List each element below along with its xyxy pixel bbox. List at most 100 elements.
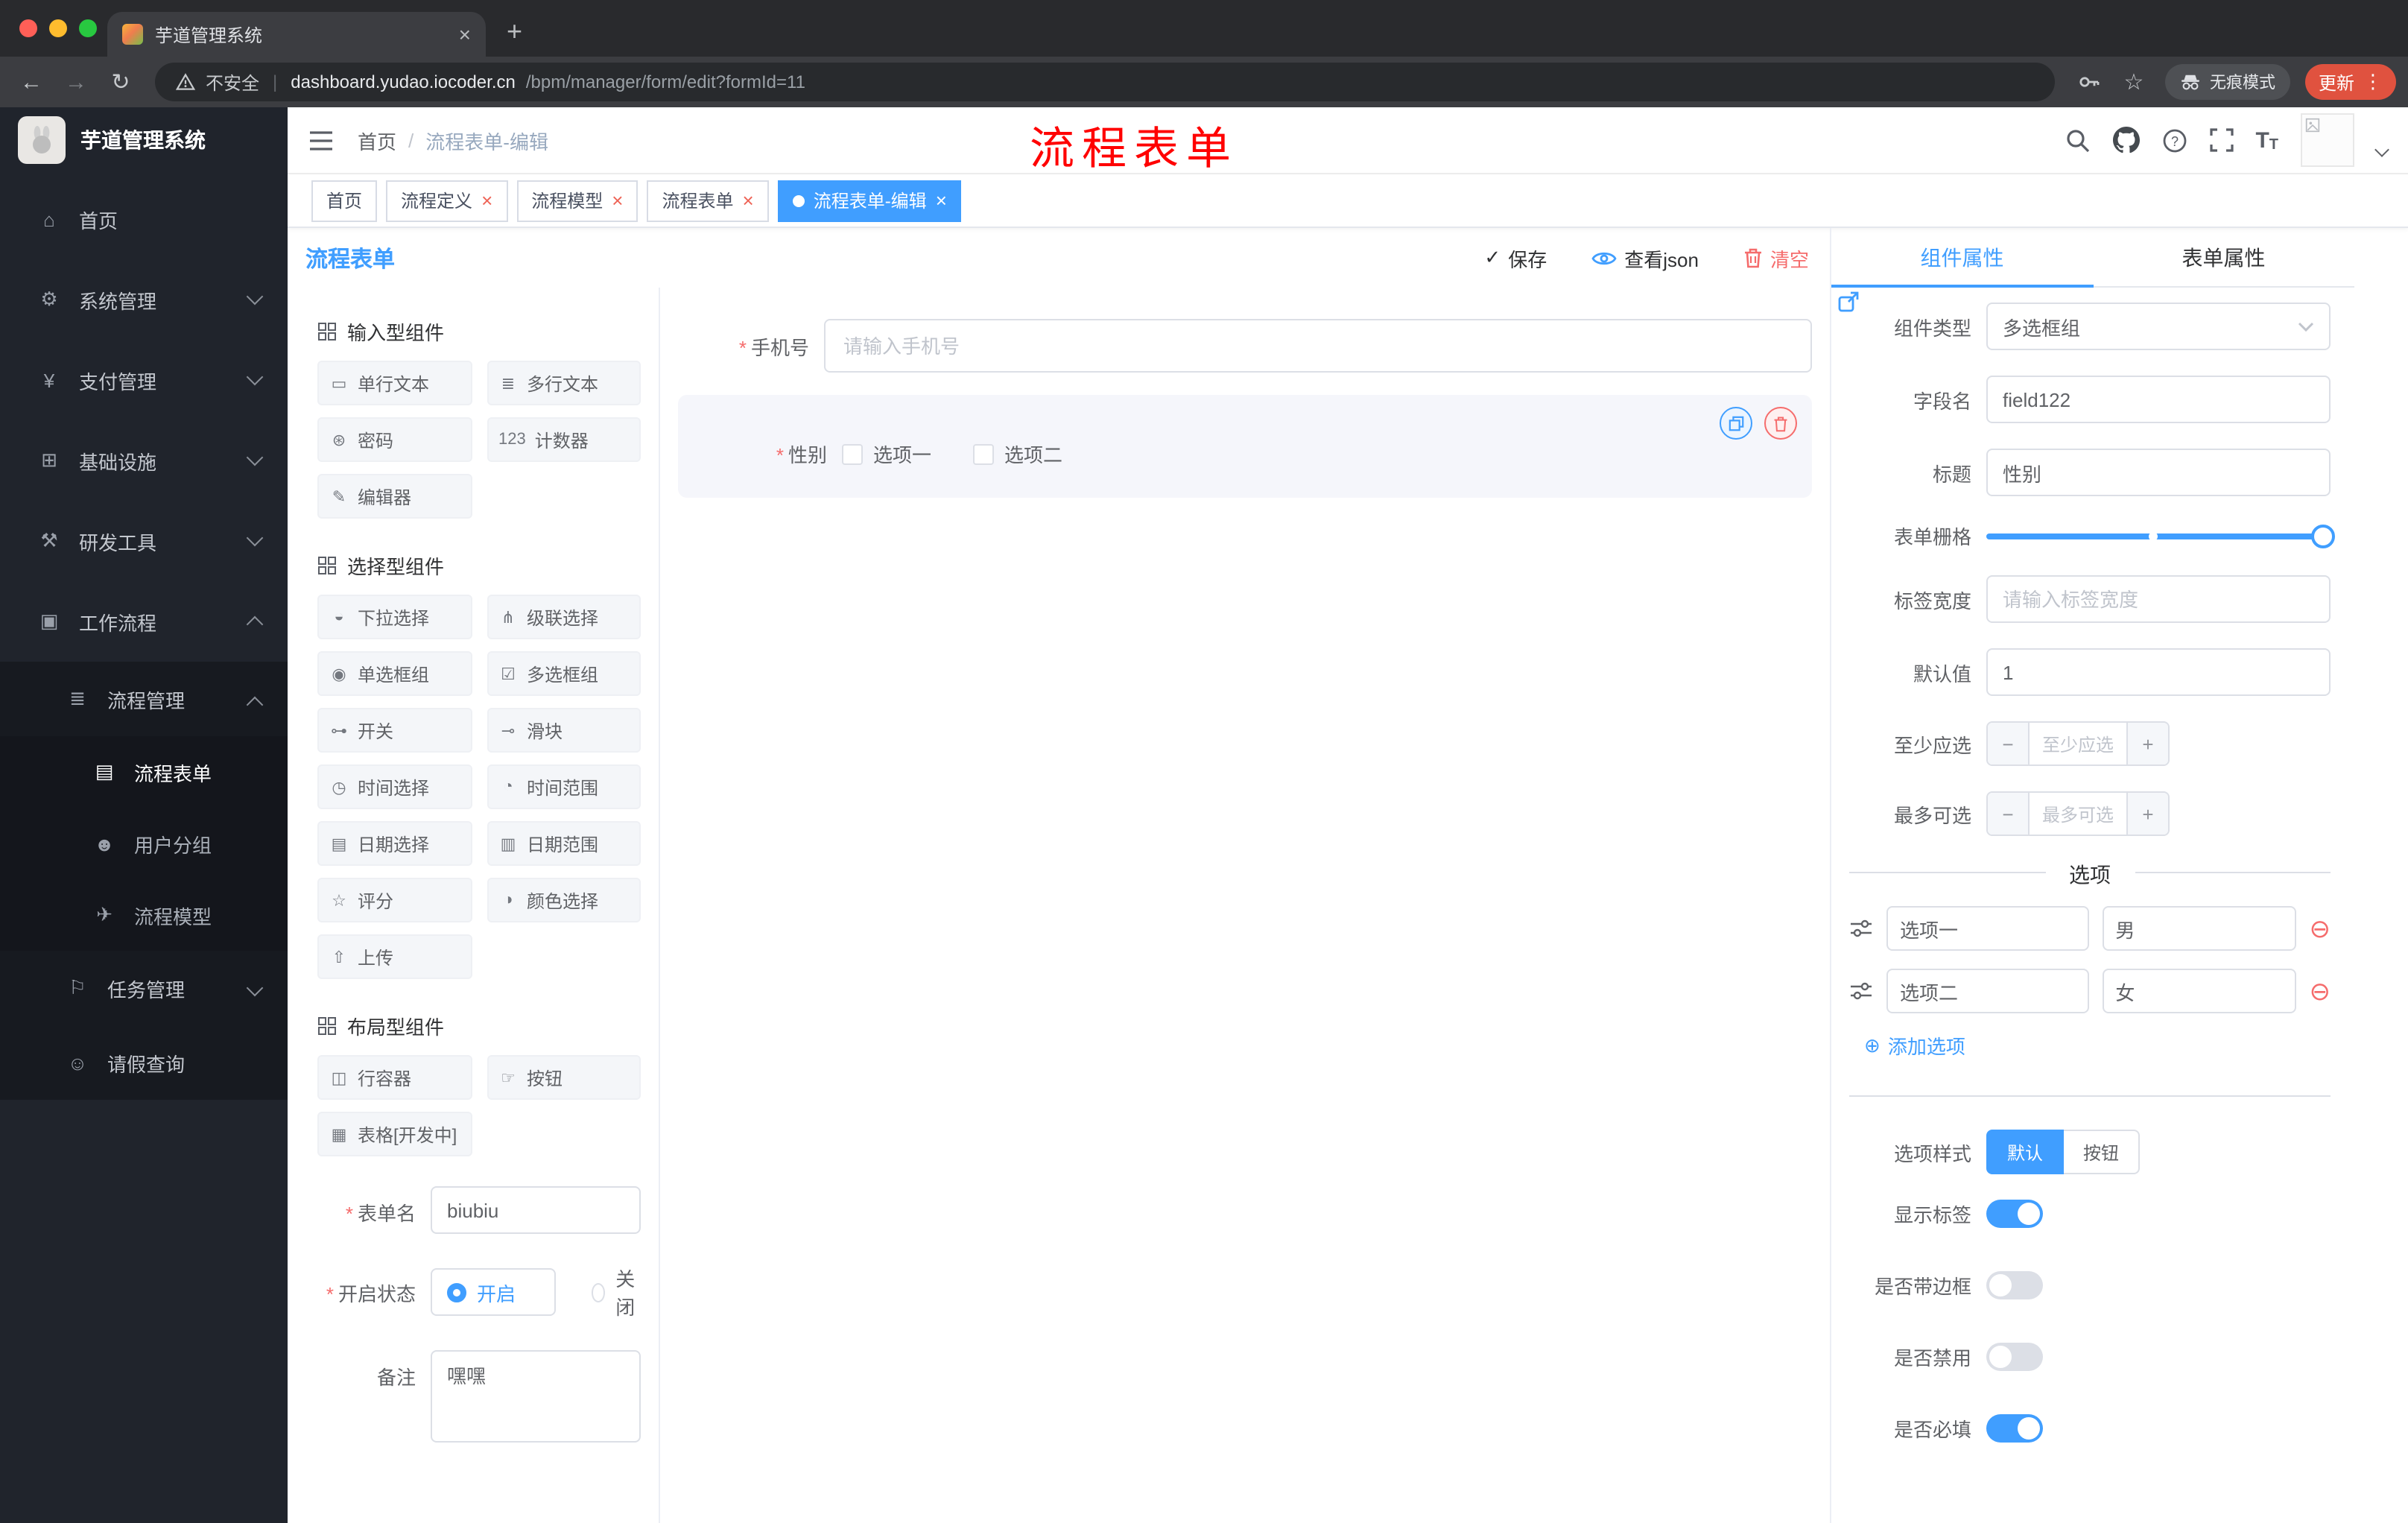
sidebar-item-infrastructure[interactable]: ⊞ 基础设施: [0, 420, 288, 501]
palette-item[interactable]: ▥ 日期范围: [487, 821, 641, 866]
form-grid-slider[interactable]: [1986, 522, 2335, 549]
sidebar-item-process-management[interactable]: ≣ 流程管理: [0, 662, 288, 736]
sidebar-item-process-model[interactable]: ✈ 流程模型: [0, 879, 288, 951]
palette-item[interactable]: ✎ 编辑器: [317, 474, 472, 519]
tag-process-form-edit[interactable]: 流程表单-编辑 ×: [777, 180, 962, 221]
drag-handle-icon[interactable]: [1849, 918, 1873, 939]
sidebar-item-home[interactable]: ⌂ 首页: [0, 179, 288, 259]
show-label-switch[interactable]: [1986, 1200, 2043, 1228]
close-tab-icon[interactable]: ×: [459, 24, 471, 45]
palette-item[interactable]: ◫ 行容器: [317, 1055, 472, 1100]
increase-button[interactable]: +: [2126, 723, 2168, 764]
view-json-button[interactable]: 查看json: [1591, 244, 1699, 272]
status-on-radio[interactable]: 开启: [431, 1268, 556, 1316]
avatar[interactable]: [2301, 113, 2354, 167]
sidebar-item-payment-management[interactable]: ¥ 支付管理: [0, 340, 288, 420]
decrease-button[interactable]: −: [1988, 723, 2030, 764]
zoom-window-button[interactable]: [79, 19, 97, 37]
palette-item[interactable]: ⊛ 密码: [317, 417, 472, 462]
tag-process-form[interactable]: 流程表单 ×: [647, 180, 769, 221]
palette-item[interactable]: 123 计数器: [487, 417, 641, 462]
remove-option-icon[interactable]: ⊖: [2310, 916, 2331, 941]
help-icon[interactable]: ?: [2161, 127, 2187, 153]
min-select-value[interactable]: 至少应选: [2030, 723, 2126, 764]
browser-update-button[interactable]: 更新 ⋮: [2304, 64, 2396, 100]
copy-component-button[interactable]: [1720, 407, 1752, 440]
forward-icon[interactable]: →: [57, 63, 95, 101]
close-window-button[interactable]: [19, 19, 37, 37]
sidebar-item-task-management[interactable]: ⚐ 任务管理: [0, 951, 288, 1025]
close-tag-icon[interactable]: ×: [743, 191, 754, 210]
palette-item[interactable]: ☆ 评分: [317, 878, 472, 922]
sidebar-item-user-group[interactable]: ☻ 用户分组: [0, 808, 288, 879]
back-icon[interactable]: ←: [12, 63, 51, 101]
app-logo[interactable]: 芋道管理系统: [0, 107, 288, 173]
fullscreen-icon[interactable]: [2209, 128, 2234, 152]
option-style-button-button[interactable]: 按钮: [2064, 1130, 2141, 1174]
option-value-input[interactable]: [2102, 969, 2296, 1013]
palette-item[interactable]: ⋔ 级联选择: [487, 595, 641, 639]
palette-item[interactable]: ▦ 表格[开发中]: [317, 1112, 472, 1156]
address-bar[interactable]: 不安全 | dashboard.yudao.iocoder.cn/bpm/man…: [155, 63, 2055, 101]
component-type-select[interactable]: 多选框组: [1986, 303, 2331, 350]
palette-item[interactable]: ⊶ 开关: [317, 708, 472, 753]
clear-button[interactable]: 清空: [1743, 244, 1809, 272]
link-icon[interactable]: [1837, 291, 1860, 313]
canvas-field-phone[interactable]: 手机号: [678, 305, 1812, 386]
palette-item[interactable]: ≣ 多行文本: [487, 361, 641, 405]
max-select-value[interactable]: 最多可选: [2030, 793, 2126, 835]
palette-item[interactable]: ◑ 颜色选择: [487, 878, 641, 922]
font-size-icon[interactable]: TT: [2255, 127, 2278, 153]
increase-button[interactable]: +: [2126, 793, 2168, 835]
tag-process-model[interactable]: 流程模型 ×: [516, 180, 639, 221]
bookmark-star-icon[interactable]: ☆: [2114, 63, 2153, 101]
form-remark-textarea[interactable]: 嘿嘿: [431, 1350, 641, 1443]
palette-item[interactable]: ⇧ 上传: [317, 934, 472, 979]
new-tab-button[interactable]: +: [507, 18, 522, 45]
search-icon[interactable]: [2065, 127, 2090, 153]
tag-process-definition[interactable]: 流程定义 ×: [386, 180, 508, 221]
add-option-button[interactable]: ⊕ 添加选项: [1864, 1031, 2331, 1060]
drag-handle-icon[interactable]: [1849, 981, 1873, 1001]
title-input[interactable]: [1986, 449, 2331, 496]
required-switch[interactable]: [1986, 1414, 2043, 1443]
with-border-switch[interactable]: [1986, 1271, 2043, 1299]
close-tag-icon[interactable]: ×: [936, 191, 947, 210]
gender-option-2-checkbox[interactable]: 选项二: [973, 440, 1062, 468]
tab-component-properties[interactable]: 组件属性: [1831, 228, 2093, 288]
default-value-input[interactable]: [1986, 648, 2331, 696]
palette-item[interactable]: ▤ 日期选择: [317, 821, 472, 866]
status-off-radio[interactable]: 关闭: [591, 1264, 641, 1320]
close-tag-icon[interactable]: ×: [612, 191, 623, 210]
browser-tab[interactable]: 芋道管理系统 ×: [107, 12, 486, 57]
breadcrumb-home[interactable]: 首页: [358, 126, 396, 154]
palette-item[interactable]: ◒ 下拉选择: [317, 595, 472, 639]
option-label-input[interactable]: [1886, 906, 2089, 951]
close-tag-icon[interactable]: ×: [481, 191, 492, 210]
palette-item[interactable]: ◉ 单选框组: [317, 651, 472, 696]
password-key-icon[interactable]: [2070, 63, 2108, 101]
field-name-input[interactable]: [1986, 376, 2331, 423]
gender-option-1-checkbox[interactable]: 选项一: [842, 440, 931, 468]
palette-item[interactable]: ☞ 按钮: [487, 1055, 641, 1100]
sidebar-item-workflow[interactable]: ▣ 工作流程: [0, 581, 288, 662]
option-style-default-button[interactable]: 默认: [1986, 1130, 2065, 1174]
reload-icon[interactable]: ↻: [101, 63, 140, 101]
option-label-input[interactable]: [1886, 969, 2089, 1013]
slider-handle[interactable]: [2311, 524, 2335, 548]
label-width-input[interactable]: [1986, 575, 2331, 623]
browser-menu-icon[interactable]: ⋮: [2363, 70, 2383, 94]
tab-form-properties[interactable]: 表单属性: [2093, 228, 2354, 286]
sidebar-item-dev-tools[interactable]: ⚒ 研发工具: [0, 501, 288, 581]
github-icon[interactable]: [2112, 127, 2140, 153]
option-value-input[interactable]: [2102, 906, 2296, 951]
sidebar-fold-icon[interactable]: [308, 129, 334, 151]
avatar-caret-icon[interactable]: [2374, 142, 2389, 156]
phone-input[interactable]: [824, 319, 1812, 373]
save-button[interactable]: ✓ 保存: [1484, 244, 1547, 272]
minimize-window-button[interactable]: [49, 19, 67, 37]
palette-item[interactable]: ◷ 时间选择: [317, 764, 472, 809]
sidebar-item-system-management[interactable]: ⚙ 系统管理: [0, 259, 288, 340]
tag-home[interactable]: 首页: [311, 180, 378, 221]
sidebar-item-leave-query[interactable]: ☺ 请假查询: [0, 1025, 288, 1100]
